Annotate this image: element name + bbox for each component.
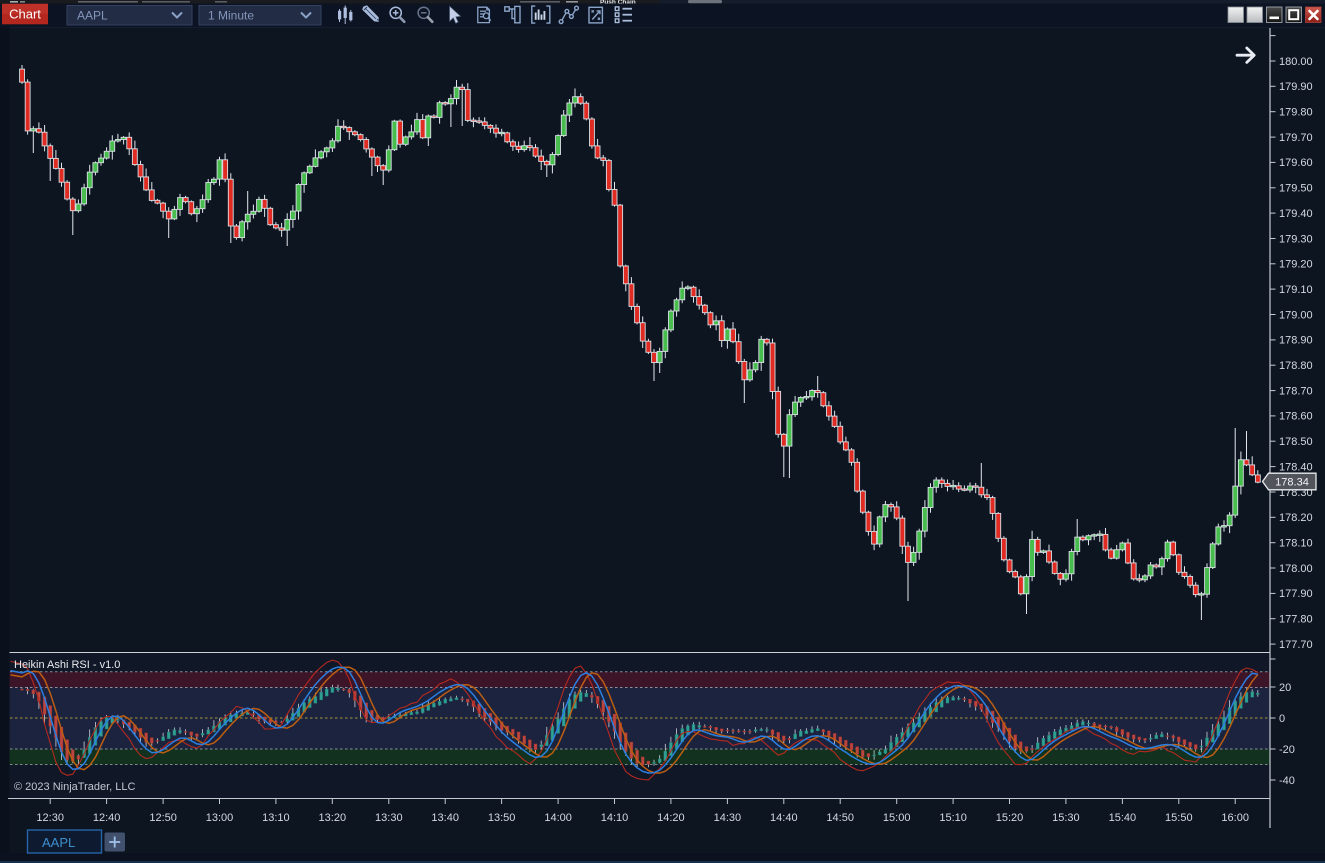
svg-text:13:50: 13:50: [488, 812, 516, 824]
svg-text:14:10: 14:10: [601, 812, 629, 824]
svg-text:178.50: 178.50: [1279, 436, 1313, 448]
svg-text:1 Minute: 1 Minute: [208, 8, 254, 22]
svg-text:178.34: 178.34: [1275, 477, 1309, 489]
svg-text:14:30: 14:30: [714, 812, 742, 824]
svg-text:14:40: 14:40: [770, 812, 798, 824]
svg-text:-40: -40: [1279, 775, 1295, 787]
svg-text:Chart: Chart: [9, 7, 41, 22]
svg-text:177.70: 177.70: [1279, 639, 1313, 651]
svg-text:AAPL: AAPL: [77, 8, 108, 22]
svg-text:178.70: 178.70: [1279, 385, 1313, 397]
svg-text:12:30: 12:30: [36, 812, 64, 824]
svg-text:0: 0: [1279, 713, 1285, 725]
svg-text:178.60: 178.60: [1279, 411, 1313, 423]
svg-text:179.90: 179.90: [1279, 81, 1313, 93]
svg-text:-20: -20: [1279, 744, 1295, 756]
svg-text:Heikin Ashi RSI - v1.0: Heikin Ashi RSI - v1.0: [14, 659, 120, 671]
svg-text:179.60: 179.60: [1279, 157, 1313, 169]
svg-text:179.50: 179.50: [1279, 183, 1313, 195]
svg-text:15:20: 15:20: [996, 812, 1024, 824]
svg-text:179.30: 179.30: [1279, 233, 1313, 245]
svg-text:13:10: 13:10: [262, 812, 290, 824]
svg-text:14:00: 14:00: [544, 812, 572, 824]
svg-text:178.20: 178.20: [1279, 512, 1313, 524]
svg-text:178.80: 178.80: [1279, 360, 1313, 372]
svg-text:178.40: 178.40: [1279, 461, 1313, 473]
svg-text:15:30: 15:30: [1052, 812, 1080, 824]
svg-text:179.20: 179.20: [1279, 259, 1313, 271]
svg-text:13:00: 13:00: [206, 812, 234, 824]
svg-text:15:00: 15:00: [883, 812, 911, 824]
svg-text:13:20: 13:20: [319, 812, 347, 824]
svg-text:180.00: 180.00: [1279, 56, 1313, 68]
svg-text:179.70: 179.70: [1279, 132, 1313, 144]
svg-text:12:50: 12:50: [149, 812, 177, 824]
svg-text:179.80: 179.80: [1279, 107, 1313, 119]
svg-text:16:00: 16:00: [1221, 812, 1249, 824]
svg-text:179.10: 179.10: [1279, 284, 1313, 296]
svg-text:20: 20: [1279, 682, 1291, 694]
svg-text:179.00: 179.00: [1279, 309, 1313, 321]
svg-text:15:40: 15:40: [1109, 812, 1137, 824]
svg-text:12:40: 12:40: [93, 812, 121, 824]
svg-text:179.40: 179.40: [1279, 208, 1313, 220]
svg-text:177.80: 177.80: [1279, 614, 1313, 626]
svg-text:14:50: 14:50: [826, 812, 854, 824]
svg-text:178.10: 178.10: [1279, 538, 1313, 550]
svg-text:15:10: 15:10: [939, 812, 967, 824]
svg-text:14:20: 14:20: [657, 812, 685, 824]
svg-text:178.90: 178.90: [1279, 335, 1313, 347]
svg-text:AAPL: AAPL: [42, 835, 75, 850]
svg-text:15:50: 15:50: [1165, 812, 1193, 824]
svg-text:13:30: 13:30: [375, 812, 403, 824]
svg-text:178.00: 178.00: [1279, 563, 1313, 575]
svg-text:177.90: 177.90: [1279, 588, 1313, 600]
svg-text:© 2023 NinjaTrader, LLC: © 2023 NinjaTrader, LLC: [14, 781, 135, 793]
svg-text:13:40: 13:40: [431, 812, 459, 824]
